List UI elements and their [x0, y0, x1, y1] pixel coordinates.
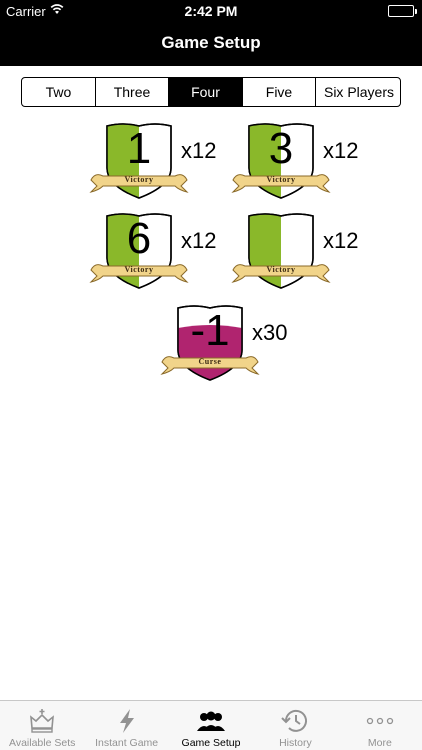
card-count: x12 — [181, 228, 217, 253]
status-time: 2:42 PM — [184, 3, 238, 19]
card-number: 3 — [268, 124, 294, 173]
card-banner-label: Curse — [198, 357, 222, 366]
navigation-header: Carrier 2:42 PM Game Setup — [0, 0, 422, 66]
card-number: 1 — [126, 124, 152, 173]
victory-card-3: 3 Victory x12 — [231, 120, 391, 200]
tab-history[interactable]: History — [253, 701, 337, 750]
victory-card-1: 1 Victory x12 — [89, 120, 249, 200]
card-number: -1 — [190, 306, 230, 355]
tab-label: Instant Game — [95, 737, 159, 749]
lightning-icon — [84, 707, 168, 735]
tab-label: Available Sets — [9, 737, 76, 749]
battery-icon — [388, 5, 417, 17]
card-banner-label: Victory — [266, 175, 296, 184]
page-title: Game Setup — [161, 33, 261, 52]
clock-history-icon — [253, 707, 337, 735]
segment-six-players[interactable]: Six Players — [315, 78, 400, 106]
card-count: x12 — [323, 228, 359, 253]
card-count: x12 — [323, 138, 359, 163]
tab-game-setup[interactable]: Game Setup — [169, 701, 253, 750]
tab-label: More — [367, 737, 392, 749]
card-number: 6 — [126, 214, 152, 263]
player-count-selector: Two Three Four Five Six Players — [21, 77, 401, 107]
tab-bar: Available Sets Instant Game Game Setup H… — [0, 700, 422, 750]
victory-card-6: 6 Victory x12 — [89, 210, 249, 290]
segment-two[interactable]: Two — [22, 78, 95, 106]
people-icon — [169, 707, 253, 735]
segment-five[interactable]: Five — [242, 78, 315, 106]
tab-label: Game Setup — [181, 737, 241, 749]
tab-label: History — [279, 737, 312, 749]
segment-four[interactable]: Four — [168, 78, 242, 106]
card-banner-label: Victory — [124, 265, 154, 274]
card-banner-label: Victory — [266, 265, 296, 274]
card-count: x30 — [252, 320, 288, 345]
segment-three[interactable]: Three — [95, 78, 168, 106]
tab-available-sets[interactable]: Available Sets — [0, 701, 84, 750]
victory-card-blank: Victory x12 — [231, 210, 391, 290]
card-banner-label: Victory — [124, 175, 154, 184]
curse-card: -1 Curse x30 — [160, 302, 320, 382]
status-bar: Carrier 2:42 PM — [0, 0, 422, 22]
tab-instant-game[interactable]: Instant Game — [84, 701, 168, 750]
card-count: x12 — [181, 138, 217, 163]
tab-more[interactable]: More — [338, 701, 422, 750]
crown-icon — [0, 707, 84, 735]
more-dots-icon — [338, 707, 422, 735]
victory-shield-icon — [231, 213, 331, 289]
